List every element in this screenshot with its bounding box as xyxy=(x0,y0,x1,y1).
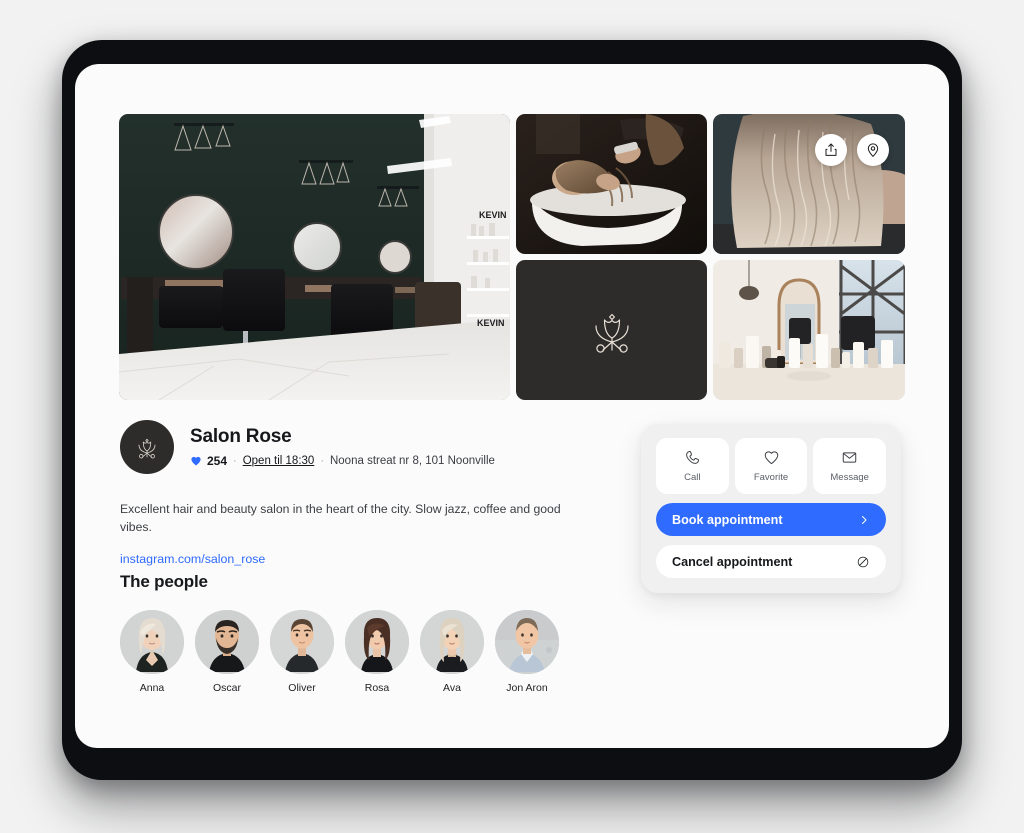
open-hours[interactable]: Open til 18:30 xyxy=(243,455,315,467)
person-card[interactable]: Rosa xyxy=(345,610,409,694)
person-name: Oscar xyxy=(212,682,241,694)
svg-text:KEVIN: KEVIN xyxy=(479,210,507,220)
salon-interior-photo[interactable]: KEVIN KEVIN xyxy=(119,114,510,400)
photo-gallery: KEVIN KEVIN xyxy=(119,114,905,404)
profile-header: Salon Rose 254 · Open til 18:30 · Noona … xyxy=(120,420,590,474)
tulip-scissors-logo-icon xyxy=(138,438,156,459)
avatar xyxy=(195,610,259,674)
share-button[interactable] xyxy=(815,134,847,166)
instagram-link[interactable]: instagram.com/salon_rose xyxy=(120,552,265,566)
meta-separator: · xyxy=(320,454,324,467)
message-button[interactable]: Message xyxy=(813,438,887,494)
gallery-action-buttons xyxy=(815,134,889,166)
call-button-label: Call xyxy=(684,472,701,483)
salon-profile-info: Salon Rose 254 · Open til 18:30 · Noona … xyxy=(120,420,590,568)
cancel-appointment-label: Cancel appointment xyxy=(672,554,793,569)
people-section-title: The people xyxy=(120,572,208,591)
person-card[interactable]: Oscar xyxy=(195,610,259,694)
avatar xyxy=(420,610,484,674)
people-list: Anna Oscar Oliver Rosa Ava Jon Aron xyxy=(120,610,600,694)
message-button-label: Message xyxy=(830,472,869,483)
envelope-icon xyxy=(842,452,857,463)
favorite-button[interactable]: Favorite xyxy=(734,438,808,494)
person-name: Ava xyxy=(443,682,461,694)
person-photo-rosa xyxy=(345,610,409,674)
appointment-action-card: Call Favorite Message Book appointment C… xyxy=(641,424,901,593)
salon-address: Noona streat nr 8, 101 Noonville xyxy=(329,454,495,467)
person-name: Anna xyxy=(139,682,165,694)
phone-icon xyxy=(685,450,699,464)
person-photo-ava xyxy=(420,610,484,674)
brand-logo-tile[interactable] xyxy=(516,260,707,400)
person-card[interactable]: Oliver xyxy=(270,610,334,694)
avatar xyxy=(120,610,184,674)
chevron-right-icon xyxy=(862,515,867,524)
salon-avatar xyxy=(120,420,174,474)
profile-titles: Salon Rose 254 · Open til 18:30 · Noona … xyxy=(190,426,495,468)
person-card[interactable]: Jon Aron xyxy=(495,610,559,694)
page-title: Salon Rose xyxy=(190,426,292,448)
avatar xyxy=(345,610,409,674)
cancel-slash-circle-icon xyxy=(857,556,869,567)
person-photo-oliver xyxy=(270,610,334,674)
location-pin-icon xyxy=(867,143,879,157)
heart-icon xyxy=(191,456,201,466)
avatar xyxy=(495,610,559,674)
tulip-scissors-logo-icon xyxy=(594,313,629,353)
cancel-appointment-button[interactable]: Cancel appointment xyxy=(656,545,886,578)
person-card[interactable]: Anna xyxy=(120,610,184,694)
meta-separator: · xyxy=(233,454,237,467)
like-count[interactable]: 254 xyxy=(190,454,227,468)
person-photo-jon-aron xyxy=(495,610,559,674)
person-name: Oliver xyxy=(288,682,316,694)
avatar xyxy=(270,610,334,674)
salon-profile-page: KEVIN KEVIN Salon Rose 254 · Open til 18… xyxy=(75,64,949,748)
person-name: Rosa xyxy=(364,682,390,694)
heart-icon xyxy=(764,451,778,465)
favorite-button-label: Favorite xyxy=(753,472,789,483)
quick-action-row: Call Favorite Message xyxy=(656,438,887,494)
share-icon xyxy=(825,143,837,156)
person-card[interactable]: Ava xyxy=(420,610,484,694)
person-photo-anna xyxy=(120,610,184,674)
person-photo-oscar xyxy=(195,610,259,674)
profile-meta: 254 · Open til 18:30 · Noona streat nr 8… xyxy=(190,454,495,468)
product-shelf-photo[interactable] xyxy=(713,260,905,400)
like-count-value: 254 xyxy=(207,453,228,468)
book-appointment-label: Book appointment xyxy=(672,512,783,527)
call-button[interactable]: Call xyxy=(656,438,729,494)
people-section: The people Anna Oscar Oliver Rosa Ava Jo… xyxy=(120,572,600,694)
book-appointment-button[interactable]: Book appointment xyxy=(656,503,886,536)
location-button[interactable] xyxy=(857,134,889,166)
person-name: Jon Aron xyxy=(506,682,548,694)
svg-text:KEVIN: KEVIN xyxy=(477,318,505,328)
hair-washing-photo[interactable] xyxy=(516,114,707,254)
salon-description: Excellent hair and beauty salon in the h… xyxy=(120,502,561,534)
